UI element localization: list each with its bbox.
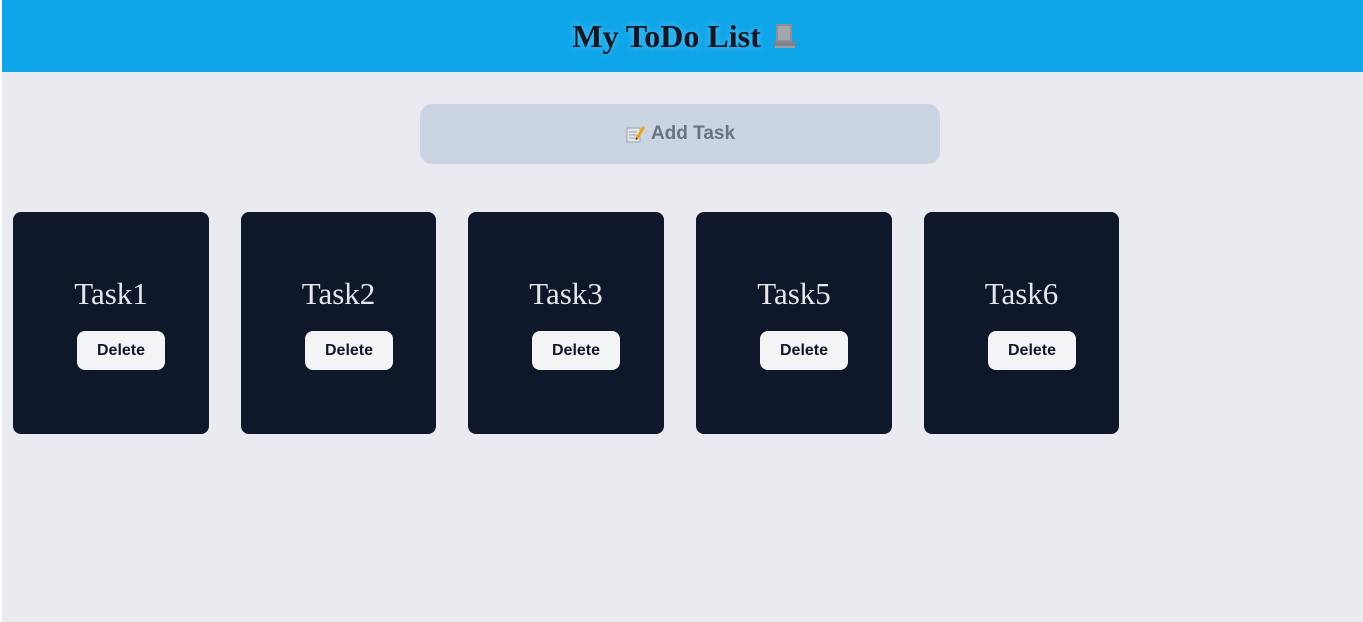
memo-icon <box>625 124 645 144</box>
task-card: Task5 Delete <box>696 212 892 434</box>
task-label: Task6 <box>984 276 1059 311</box>
task-card: Task3 Delete <box>468 212 664 434</box>
delete-button[interactable]: Delete <box>305 331 393 370</box>
add-task-label: Add Task <box>650 123 736 144</box>
task-card: Task2 Delete <box>241 212 436 434</box>
task-label: Task2 <box>301 276 376 311</box>
delete-button[interactable]: Delete <box>760 331 848 370</box>
task-label: Task3 <box>529 276 603 311</box>
add-task-button[interactable]: Add Task <box>420 104 940 164</box>
app-header: My ToDo List <box>2 0 1363 72</box>
computer-icon <box>771 21 799 49</box>
delete-button[interactable]: Delete <box>532 331 620 370</box>
todo-app: My ToDo List Add Task Task1 Delete Task2… <box>2 0 1363 622</box>
delete-button[interactable]: Delete <box>77 331 165 370</box>
delete-button[interactable]: Delete <box>988 331 1076 370</box>
task-label: Task1 <box>74 276 148 311</box>
task-label: Task5 <box>757 276 831 311</box>
task-card: Task6 Delete <box>924 212 1119 434</box>
page-title-text: My ToDo List <box>572 17 761 54</box>
page-title: My ToDo List <box>572 18 798 55</box>
task-card: Task1 Delete <box>13 212 209 434</box>
